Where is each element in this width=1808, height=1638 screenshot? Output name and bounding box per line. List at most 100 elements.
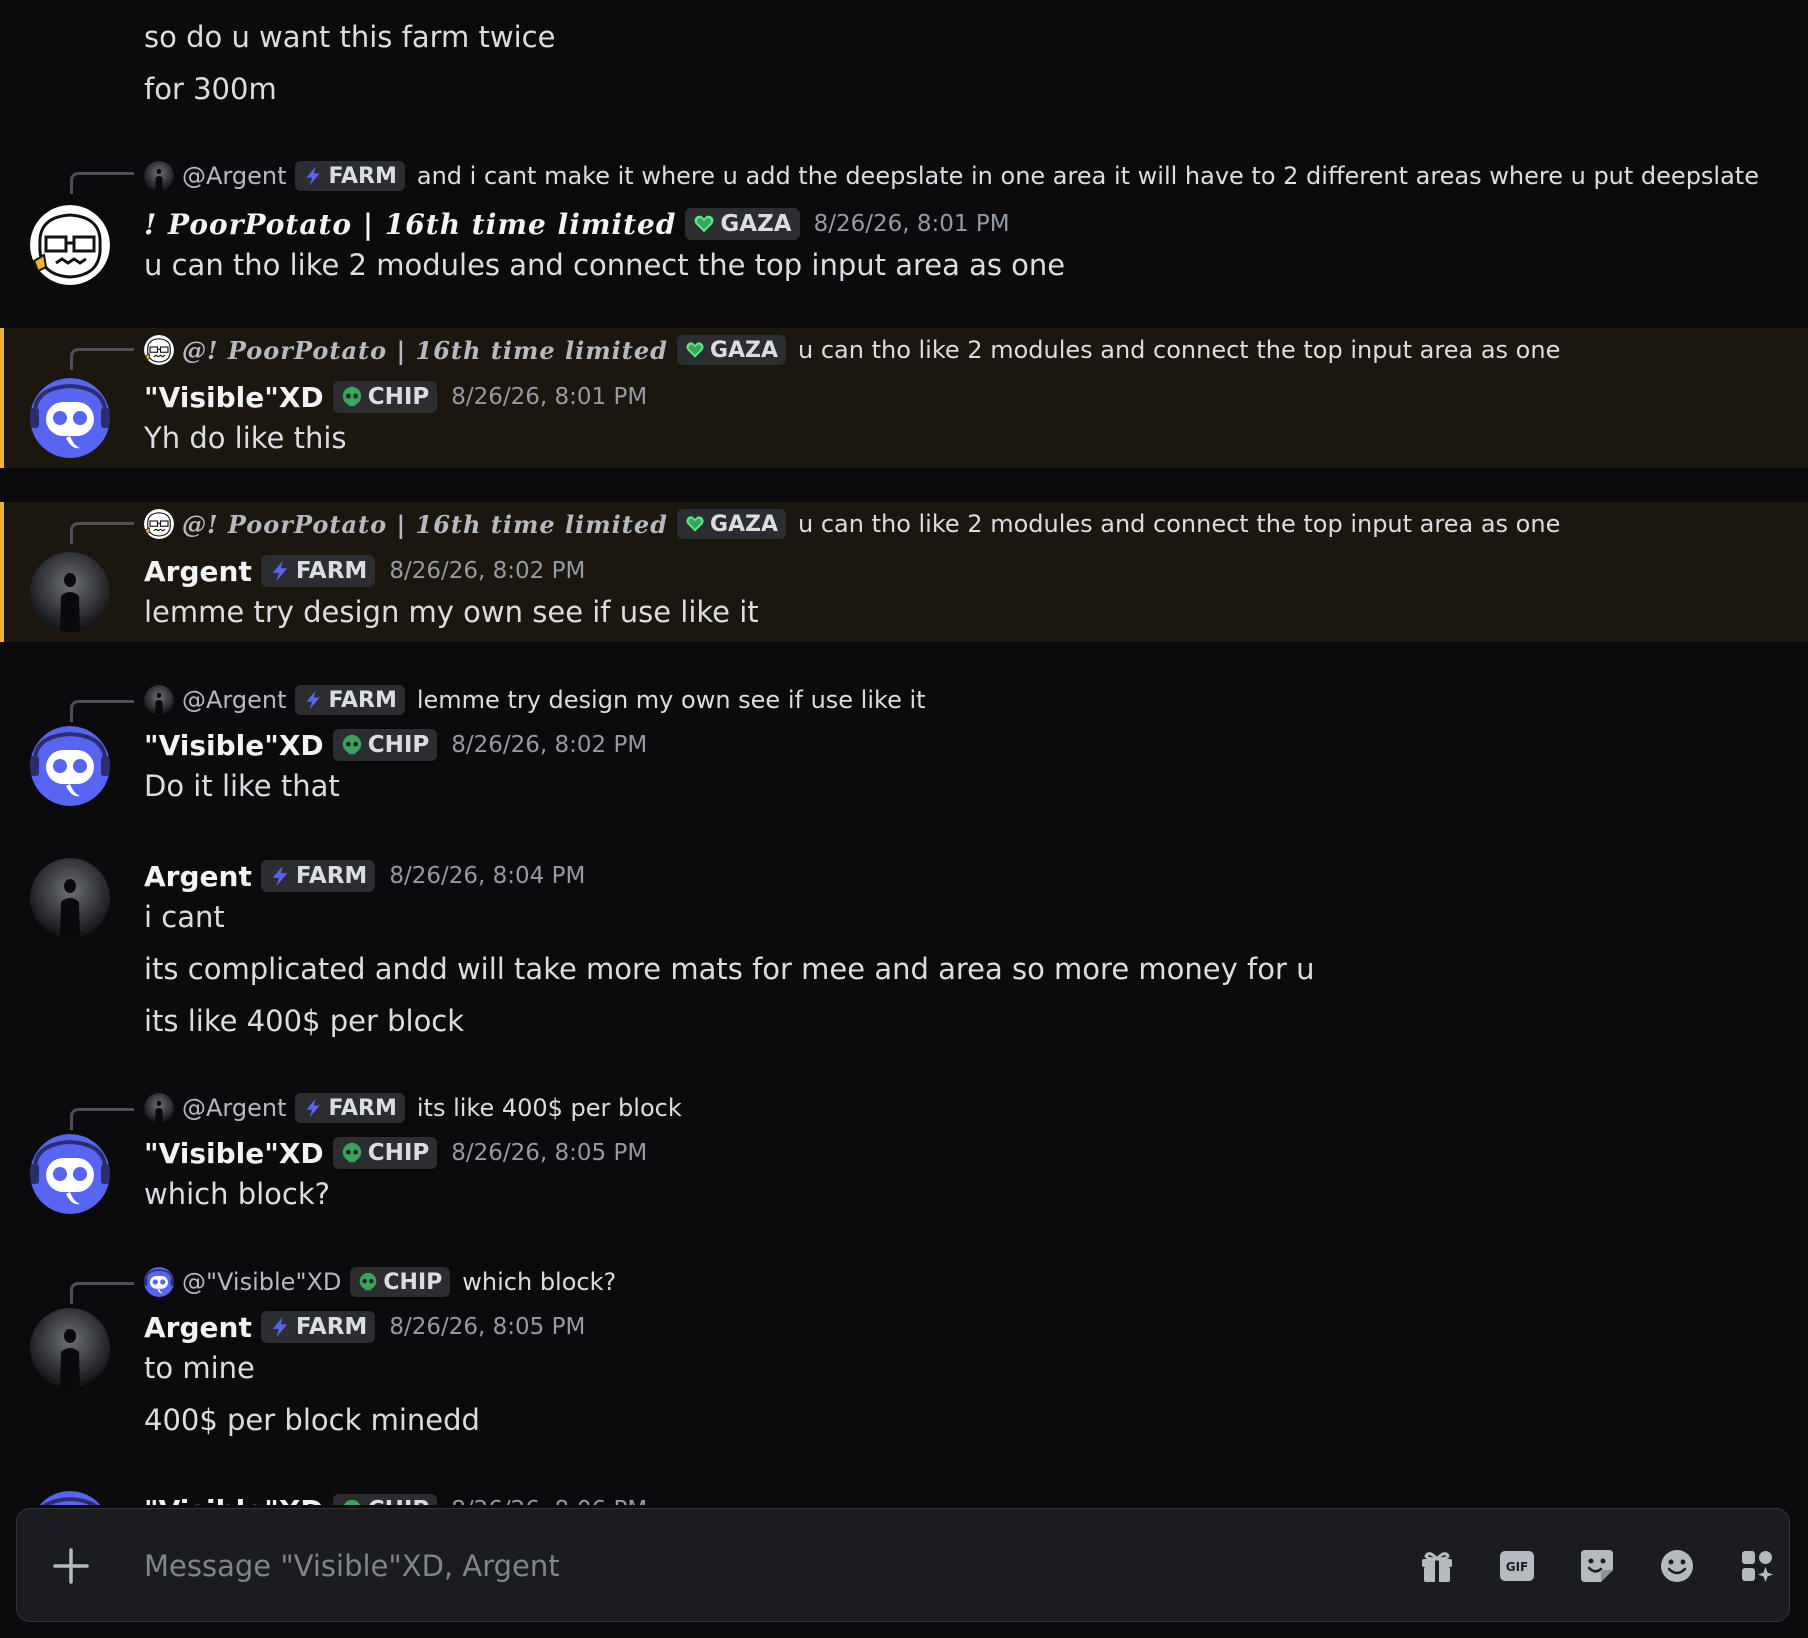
reply-author[interactable]: @Argent (182, 686, 286, 714)
gaza-badge: GAZA (676, 335, 786, 365)
username[interactable]: "Visible"XD (144, 381, 324, 414)
message-list[interactable]: so do u want this farm twice for 300m @A… (0, 0, 1808, 1505)
poor-avatar-icon (144, 509, 174, 539)
chip-badge: CHIP (332, 1494, 438, 1505)
reply-text: and i cant make it where u add the deeps… (416, 162, 1759, 190)
avatar[interactable] (30, 205, 110, 285)
timestamp: 8/26/26, 8:06 PM (451, 1497, 647, 1505)
reply-text: u can tho like 2 modules and connect the… (798, 336, 1561, 364)
timestamp: 8/26/26, 8:01 PM (451, 384, 648, 410)
message-item[interactable]: @Argent FARM and i cant make it where u … (0, 152, 1808, 302)
message-text: i cant (144, 900, 225, 934)
heart-icon (685, 514, 705, 534)
reply-preview[interactable]: @! PoorPotato | 16th time limited GAZA u… (144, 507, 1560, 541)
message-item-highlighted[interactable]: @! PoorPotato | 16th time limited GAZA u… (0, 502, 1808, 642)
bolt-icon (303, 690, 323, 710)
bolt-icon (269, 1316, 291, 1338)
gift-icon[interactable] (1416, 1545, 1458, 1587)
reply-text: u can tho like 2 modules and connect the… (798, 510, 1561, 538)
message-header: Argent FARM 8/26/26, 8:02 PM (144, 551, 585, 591)
skull-icon (341, 1499, 363, 1505)
message-input[interactable] (144, 1539, 1144, 1593)
gif-icon[interactable]: GIF (1496, 1545, 1538, 1587)
bolt-icon (269, 560, 291, 582)
message-header: Argent FARM 8/26/26, 8:04 PM (144, 856, 585, 896)
message-text: its like 400$ per block (144, 1004, 465, 1038)
username[interactable]: ! PoorPotato | 16th time limited (144, 208, 676, 241)
reply-preview[interactable]: @"Visible"XD CHIP which block? (144, 1265, 616, 1299)
farm-badge: FARM (260, 1311, 376, 1343)
timestamp: 8/26/26, 8:02 PM (389, 558, 586, 584)
reply-author[interactable]: @Argent (182, 1094, 286, 1122)
reply-text: which block? (462, 1268, 617, 1296)
message-header: "Visible"XD CHIP 8/26/26, 8:02 PM (144, 725, 647, 765)
avatar[interactable] (30, 1134, 110, 1214)
username[interactable]: Argent (144, 860, 252, 893)
skull-icon (358, 1272, 378, 1292)
timestamp: 8/26/26, 8:04 PM (389, 863, 586, 889)
message-item-highlighted[interactable]: @! PoorPotato | 16th time limited GAZA u… (0, 328, 1808, 468)
username[interactable]: Argent (144, 555, 252, 588)
avatar[interactable] (30, 378, 110, 458)
message-header: "Visible"XD CHIP 8/26/26, 8:01 PM (144, 377, 647, 417)
message-text: u can tho like 2 modules and connect the… (144, 248, 1066, 282)
chip-badge: CHIP (332, 381, 438, 413)
farm-badge: FARM (295, 161, 405, 191)
message-text: 400$ per block minedd (144, 1403, 480, 1437)
argent-avatar-icon (144, 161, 174, 191)
apps-icon[interactable] (1736, 1545, 1778, 1587)
chip-badge: CHIP (350, 1267, 451, 1297)
farm-badge: FARM (295, 685, 405, 715)
chip-badge: CHIP (332, 1137, 438, 1169)
avatar[interactable] (30, 552, 110, 632)
argent-avatar-icon (144, 685, 174, 715)
timestamp: 8/26/26, 8:02 PM (451, 732, 648, 758)
heart-icon (693, 213, 715, 235)
reply-author[interactable]: @! PoorPotato | 16th time limited (182, 510, 668, 539)
reply-preview[interactable]: @Argent FARM its like 400$ per block (144, 1091, 682, 1125)
message-text: which block? (144, 1177, 331, 1211)
message-text: Yh do like this (144, 421, 347, 455)
username[interactable]: "Visible"XD (144, 1137, 324, 1170)
svg-text:GIF: GIF (1506, 1560, 1529, 1574)
message-item[interactable]: "Visible"XD CHIP 8/26/26, 8:06 PM (0, 1487, 1808, 1505)
chip-badge: CHIP (332, 729, 438, 761)
reply-preview[interactable]: @! PoorPotato | 16th time limited GAZA u… (144, 333, 1560, 367)
plus-icon[interactable] (51, 1546, 91, 1586)
poor-avatar-icon (144, 335, 174, 365)
avatar[interactable] (30, 858, 110, 938)
message-text: to mine (144, 1351, 255, 1385)
reply-text: lemme try design my own see if use like … (416, 686, 926, 714)
username[interactable]: Argent (144, 1311, 252, 1344)
message-text: its complicated andd will take more mats… (144, 952, 1315, 986)
skull-icon (341, 734, 363, 756)
message-text: lemme try design my own see if use like … (144, 595, 759, 629)
gaza-badge: GAZA (685, 208, 800, 240)
argent-avatar-icon (144, 1093, 174, 1123)
message-header: "Visible"XD CHIP 8/26/26, 8:05 PM (144, 1133, 647, 1173)
message-item[interactable]: @"Visible"XD CHIP which block? Argent FA… (0, 1262, 1808, 1452)
username[interactable]: "Visible"XD (144, 1494, 324, 1506)
farm-badge: FARM (260, 860, 376, 892)
username[interactable]: "Visible"XD (144, 729, 324, 762)
reply-preview[interactable]: @Argent FARM and i cant make it where u … (144, 159, 1759, 193)
avatar[interactable] (30, 1308, 110, 1388)
reply-author[interactable]: @"Visible"XD (182, 1268, 341, 1296)
sticker-icon[interactable] (1576, 1545, 1618, 1587)
message-item[interactable]: @Argent FARM lemme try design my own see… (0, 680, 1808, 820)
visible-avatar-icon (144, 1267, 174, 1297)
emoji-icon[interactable] (1656, 1545, 1698, 1587)
skull-icon (341, 386, 363, 408)
message-composer: GIF (16, 1508, 1790, 1622)
message-text: for 300m (144, 72, 277, 106)
message-text: Do it like that (144, 769, 340, 803)
reply-author[interactable]: @! PoorPotato | 16th time limited (182, 336, 668, 365)
reply-preview[interactable]: @Argent FARM lemme try design my own see… (144, 683, 926, 717)
message-header: "Visible"XD CHIP 8/26/26, 8:06 PM (144, 1490, 647, 1505)
avatar[interactable] (30, 1491, 110, 1505)
message-item[interactable]: Argent FARM 8/26/26, 8:04 PM i cant its … (0, 856, 1808, 1046)
message-item[interactable]: @Argent FARM its like 400$ per block "Vi… (0, 1088, 1808, 1228)
reply-author[interactable]: @Argent (182, 162, 286, 190)
farm-badge: FARM (295, 1093, 405, 1123)
avatar[interactable] (30, 726, 110, 806)
